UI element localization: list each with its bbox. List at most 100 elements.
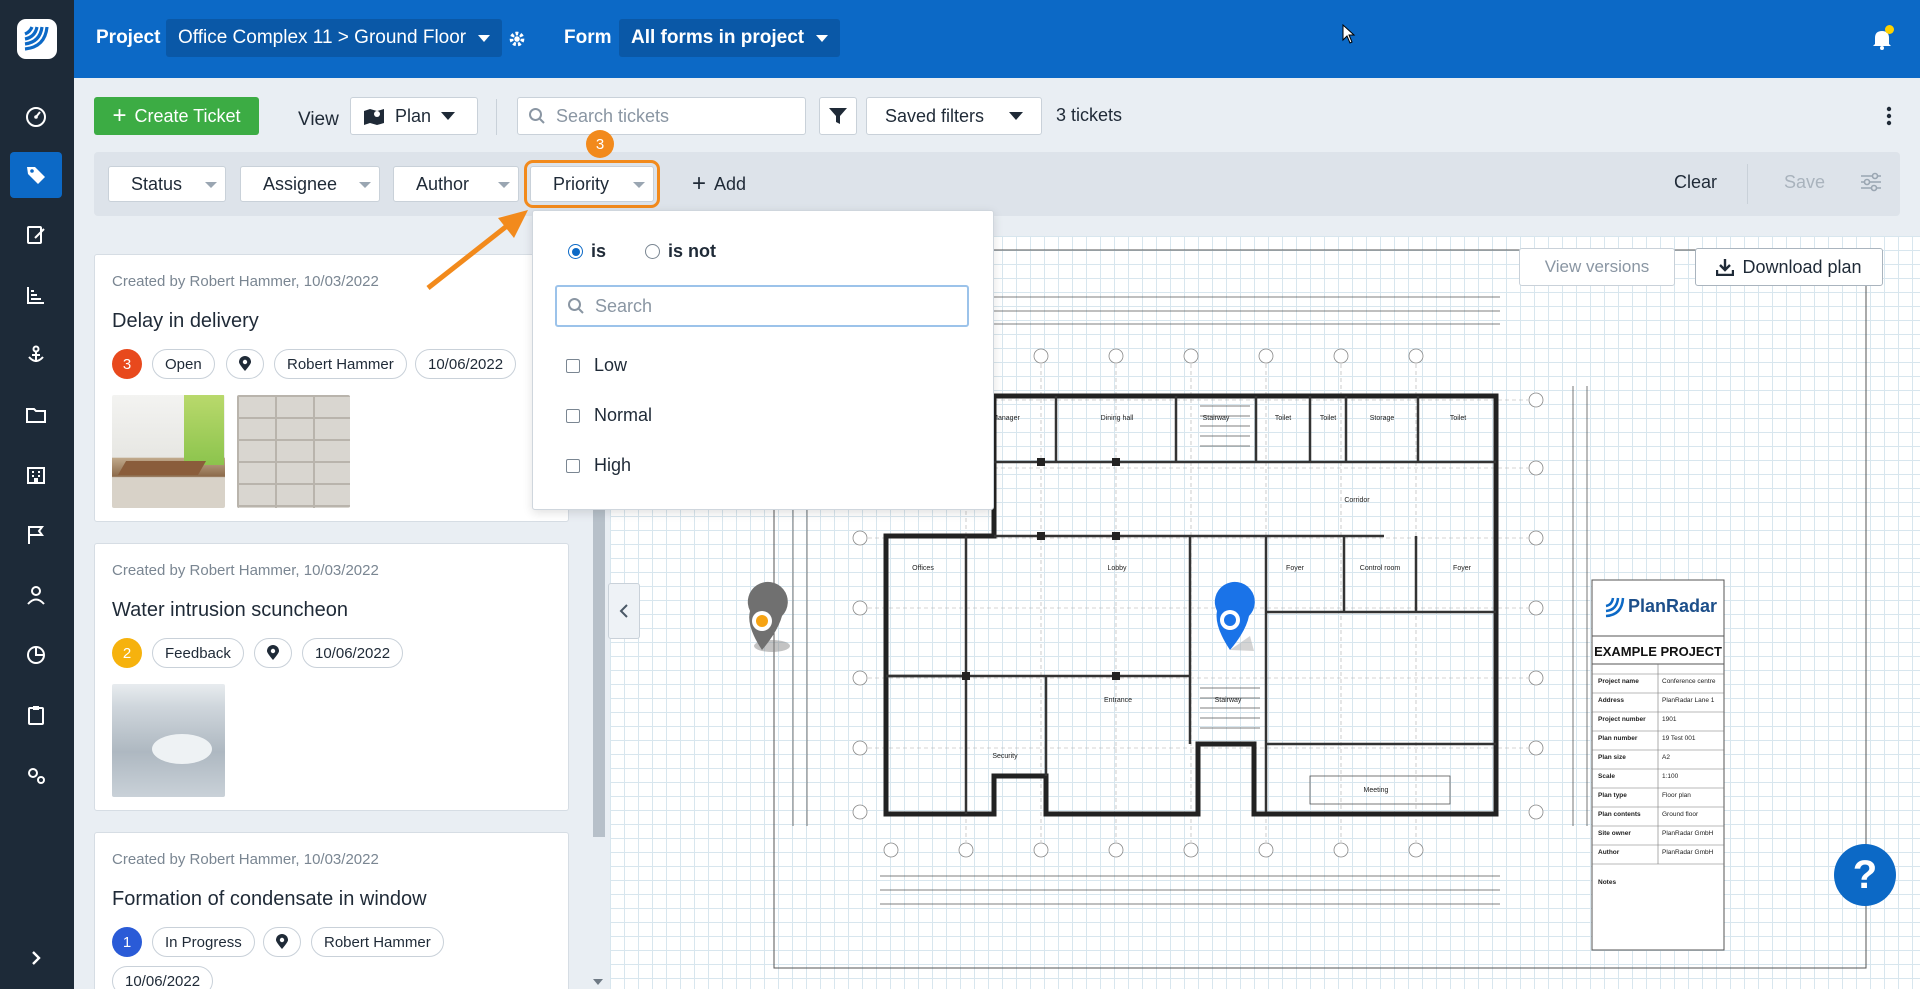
is-radio[interactable]: is (568, 241, 606, 262)
priority-filter-dropdown: is is not Search Low Normal High (532, 210, 994, 510)
ticket-card[interactable]: Created by Robert Hammer, 10/03/2022 For… (94, 832, 569, 989)
download-icon (1716, 259, 1735, 276)
priority-search-placeholder: Search (595, 295, 653, 316)
status-chip: Open (152, 349, 215, 379)
radio-unchecked-icon (645, 244, 660, 259)
svg-text:Offices: Offices (912, 565, 934, 572)
filter-icon (829, 108, 847, 124)
is-not-radio[interactable]: is not (645, 241, 716, 262)
svg-text:1901: 1901 (1662, 716, 1677, 723)
chevron-right-icon (32, 951, 41, 965)
ticket-photo[interactable] (112, 684, 225, 797)
collapse-list-button[interactable] (608, 583, 640, 639)
ticket-meta: Created by Robert Hammer, 10/03/2022 (112, 851, 379, 868)
create-ticket-button[interactable]: + Create Ticket (94, 97, 259, 135)
view-label: View (298, 109, 339, 130)
search-icon (568, 298, 584, 314)
map-icon (364, 109, 384, 125)
location-pin-icon (276, 934, 288, 949)
anchor-icon (28, 345, 44, 362)
ticket-photo[interactable] (112, 395, 225, 508)
settings-icon (28, 768, 45, 784)
location-pin-icon (267, 645, 279, 660)
app-logo[interactable] (0, 0, 74, 78)
filter-button[interactable] (819, 97, 857, 135)
nav-settings[interactable] (10, 752, 62, 798)
nav-dashboard[interactable] (10, 94, 62, 140)
nav-statistics[interactable] (10, 272, 62, 318)
nav-reports[interactable] (10, 512, 62, 558)
saved-filters-dropdown[interactable]: Saved filters (866, 97, 1042, 135)
saved-filters-label: Saved filters (885, 105, 985, 126)
checkbox[interactable] (566, 458, 580, 473)
nav-tickets[interactable] (10, 152, 62, 198)
save-filters-button[interactable]: Save (1784, 172, 1825, 193)
is-radio-label: is (591, 241, 607, 261)
view-versions-button[interactable]: View versions (1519, 248, 1675, 286)
priority-option-normal[interactable]: Normal (566, 405, 652, 426)
status-filter-label: Status (131, 173, 183, 194)
checkbox[interactable] (566, 358, 580, 373)
checkbox[interactable] (566, 408, 580, 423)
nav-users[interactable] (10, 572, 62, 618)
nav-site[interactable] (10, 332, 62, 378)
clipboard-icon (28, 706, 44, 725)
nav-checklists[interactable] (10, 692, 62, 738)
svg-text:Floor plan: Floor plan (1662, 792, 1691, 799)
nav-forms[interactable] (10, 212, 62, 258)
notifications-button[interactable] (1872, 25, 1894, 55)
ticket-title: Water intrusion scuncheon (112, 599, 349, 621)
download-plan-button[interactable]: Download plan (1695, 248, 1883, 286)
priority-option-high[interactable]: High (566, 455, 631, 476)
svg-text:Address: Address (1598, 697, 1624, 704)
ticket-title: Delay in delivery (112, 310, 259, 332)
author-filter[interactable]: Author (393, 166, 519, 202)
svg-text:Project name: Project name (1598, 678, 1639, 685)
svg-text:Toilet: Toilet (1275, 415, 1291, 422)
search-placeholder: Search tickets (556, 105, 670, 126)
assignee-filter[interactable]: Assignee (240, 166, 380, 202)
scroll-down-icon[interactable] (593, 979, 603, 985)
nav-documents[interactable] (10, 392, 62, 438)
view-selector[interactable]: Plan (350, 97, 478, 135)
add-filter-label: Add (714, 173, 747, 194)
nav-plans[interactable] (10, 452, 62, 498)
svg-text:Entrance: Entrance (1104, 697, 1132, 704)
create-ticket-label: Create Ticket (134, 105, 241, 126)
due-date-chip: 10/06/2022 (112, 966, 214, 989)
add-filter-button[interactable]: + Add (692, 172, 746, 196)
form-selector[interactable]: All forms in project (619, 19, 841, 57)
form-value: All forms in project (631, 27, 805, 48)
svg-text:Meeting: Meeting (1364, 787, 1389, 794)
priority-search-input[interactable]: Search (555, 285, 969, 327)
project-selector[interactable]: Office Complex 11 > Ground Floor (166, 19, 503, 57)
svg-text:Corridor: Corridor (1344, 497, 1370, 504)
ticket-photo[interactable] (237, 395, 350, 508)
status-filter[interactable]: Status (108, 166, 226, 202)
filter-settings-button[interactable] (1860, 172, 1882, 197)
chevron-down-icon (359, 182, 371, 188)
project-settings-button[interactable] (506, 28, 528, 55)
help-button[interactable]: ? (1834, 844, 1896, 906)
kebab-menu-icon (1886, 106, 1892, 126)
svg-text:Storage: Storage (1370, 415, 1395, 422)
chevron-down-icon (633, 182, 645, 188)
search-tickets-input[interactable]: Search tickets (517, 97, 806, 135)
due-date-chip: 10/06/2022 (415, 349, 517, 379)
svg-text:Foyer: Foyer (1453, 565, 1472, 572)
priority-option-low[interactable]: Low (566, 355, 627, 376)
nav-expand[interactable] (10, 935, 62, 981)
planradar-logo-icon (17, 19, 57, 59)
more-options-button[interactable] (1886, 106, 1892, 131)
svg-text:Plan type: Plan type (1598, 792, 1627, 799)
tag-icon (27, 167, 45, 184)
ticket-card[interactable]: Created by Robert Hammer, 10/03/2022 Wat… (94, 543, 569, 811)
priority-filter[interactable]: Priority (524, 160, 660, 208)
chevron-down-icon (816, 34, 829, 42)
svg-text:Lobby: Lobby (1107, 565, 1127, 572)
mouse-cursor-icon (1342, 23, 1356, 49)
nav-analytics[interactable] (10, 632, 62, 678)
chevron-down-icon (478, 34, 491, 42)
clear-filters-button[interactable]: Clear (1674, 172, 1717, 193)
svg-text:Conference centre: Conference centre (1662, 678, 1716, 685)
